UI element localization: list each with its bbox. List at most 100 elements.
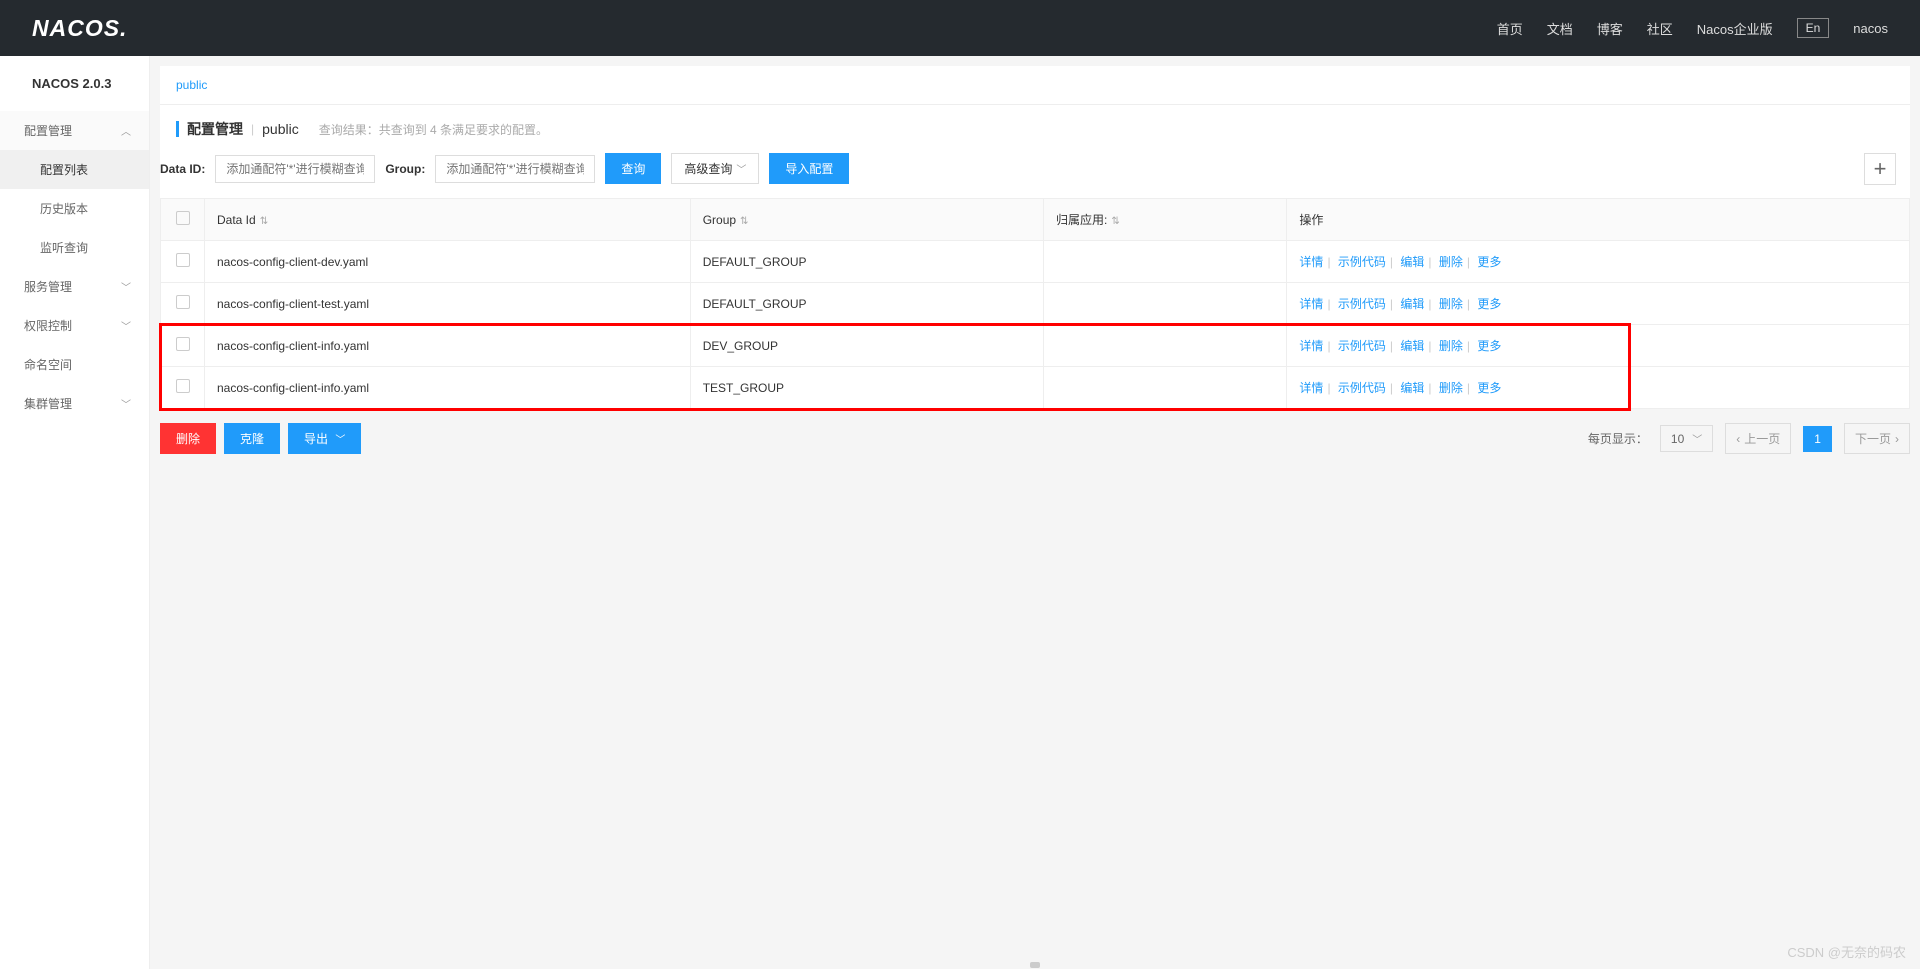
sort-icon: ⇅ [740, 216, 748, 227]
action-delete[interactable]: 删除 [1439, 339, 1463, 353]
pagination: 每页显示： 10 ﹀ ‹ 上一页 1 下一页 › [1588, 423, 1910, 454]
add-config-button[interactable]: + [1864, 153, 1896, 185]
sidebar-sub-listener[interactable]: 监听查询 [0, 228, 149, 267]
group-label: Group: [385, 162, 425, 176]
sort-icon: ⇅ [260, 216, 268, 227]
sidebar-item-service[interactable]: 服务管理 ﹀ [0, 267, 149, 306]
cell-data-id: nacos-config-client-info.yaml [205, 367, 691, 409]
page-title-bar: 配置管理 | public 查询结果：共查询到 4 条满足要求的配置。 [160, 105, 1910, 153]
nav-home[interactable]: 首页 [1497, 19, 1523, 38]
top-nav: 首页 文档 博客 社区 Nacos企业版 En nacos [1497, 18, 1888, 38]
chevron-down-icon: ﹀ [121, 318, 131, 333]
col-group[interactable]: Group⇅ [690, 199, 1043, 241]
sidebar-sub-config-list[interactable]: 配置列表 [0, 150, 149, 189]
action-edit[interactable]: 编辑 [1400, 297, 1424, 311]
bottom-bar: 删除 克隆 导出 ﹀ 每页显示： 10 ﹀ ‹ 上一页 1 [160, 409, 1910, 468]
export-button[interactable]: 导出 ﹀ [288, 423, 361, 454]
table-row: nacos-config-client-info.yaml TEST_GROUP… [161, 367, 1910, 409]
nav-community[interactable]: 社区 [1647, 19, 1673, 38]
watermark: CSDN @无奈的码农 [1787, 942, 1906, 961]
action-more[interactable]: 更多 [1477, 381, 1501, 395]
sidebar-item-namespace[interactable]: 命名空间 [0, 345, 149, 384]
group-input[interactable] [435, 155, 595, 183]
nav-docs[interactable]: 文档 [1547, 19, 1573, 38]
select-all-checkbox[interactable] [176, 211, 190, 225]
nav-enterprise[interactable]: Nacos企业版 [1697, 19, 1773, 38]
action-detail[interactable]: 详情 [1299, 381, 1323, 395]
cell-group: DEV_GROUP [690, 325, 1043, 367]
query-button[interactable]: 查询 [605, 153, 661, 184]
action-more[interactable]: 更多 [1477, 339, 1501, 353]
clone-button[interactable]: 克隆 [224, 423, 280, 454]
namespace-tab-public[interactable]: public [176, 78, 207, 92]
advanced-query-button[interactable]: 高级查询 ﹀ [671, 153, 759, 184]
sidebar-item-config[interactable]: 配置管理 ︿ [0, 111, 149, 150]
data-id-label: Data ID: [160, 162, 205, 176]
action-detail[interactable]: 详情 [1299, 339, 1323, 353]
cell-group: DEFAULT_GROUP [690, 283, 1043, 325]
import-button[interactable]: 导入配置 [769, 153, 849, 184]
action-delete[interactable]: 删除 [1439, 381, 1463, 395]
table-row: nacos-config-client-test.yaml DEFAULT_GR… [161, 283, 1910, 325]
action-delete[interactable]: 删除 [1439, 297, 1463, 311]
sidebar-item-label: 命名空间 [24, 356, 72, 373]
per-page-label: 每页显示： [1588, 430, 1648, 447]
cell-app [1044, 283, 1287, 325]
horizontal-scrollbar[interactable] [150, 959, 1910, 969]
nav-blog[interactable]: 博客 [1597, 19, 1623, 38]
page-number-current[interactable]: 1 [1803, 426, 1832, 452]
cell-group: TEST_GROUP [690, 367, 1043, 409]
language-toggle[interactable]: En [1797, 18, 1830, 38]
chevron-up-icon: ︿ [121, 123, 131, 138]
chevron-left-icon: ‹ [1736, 432, 1740, 446]
col-app[interactable]: 归属应用:⇅ [1044, 199, 1287, 241]
action-sample[interactable]: 示例代码 [1338, 339, 1386, 353]
cell-actions: 详情| 示例代码| 编辑| 删除| 更多 [1287, 367, 1910, 409]
action-detail[interactable]: 详情 [1299, 255, 1323, 269]
prev-page-button[interactable]: ‹ 上一页 [1725, 423, 1791, 454]
chevron-down-icon: ﹀ [335, 435, 345, 446]
cell-data-id: nacos-config-client-dev.yaml [205, 241, 691, 283]
sidebar: NACOS 2.0.3 配置管理 ︿ 配置列表 历史版本 监听查询 服务管理 ﹀… [0, 56, 150, 969]
table-row: nacos-config-client-dev.yaml DEFAULT_GRO… [161, 241, 1910, 283]
col-action: 操作 [1287, 199, 1910, 241]
table-row: nacos-config-client-info.yaml DEV_GROUP … [161, 325, 1910, 367]
action-edit[interactable]: 编辑 [1400, 381, 1424, 395]
title-border [176, 121, 179, 137]
sidebar-item-label: 配置管理 [24, 122, 72, 139]
chevron-down-icon: ﹀ [121, 279, 131, 294]
sidebar-title: NACOS 2.0.3 [0, 56, 149, 111]
sidebar-sub-history[interactable]: 历史版本 [0, 189, 149, 228]
page-title: 配置管理 [187, 119, 243, 139]
cell-app [1044, 367, 1287, 409]
sidebar-item-cluster[interactable]: 集群管理 ﹀ [0, 384, 149, 423]
logo: NACOS. [32, 15, 127, 42]
cell-group: DEFAULT_GROUP [690, 241, 1043, 283]
col-data-id[interactable]: Data Id⇅ [205, 199, 691, 241]
action-edit[interactable]: 编辑 [1400, 255, 1424, 269]
action-detail[interactable]: 详情 [1299, 297, 1323, 311]
action-sample[interactable]: 示例代码 [1338, 297, 1386, 311]
chevron-down-icon: ﹀ [1692, 431, 1702, 446]
search-bar: Data ID: Group: 查询 高级查询 ﹀ 导入配置 + [160, 153, 1910, 198]
action-delete[interactable]: 删除 [1439, 255, 1463, 269]
sidebar-item-auth[interactable]: 权限控制 ﹀ [0, 306, 149, 345]
row-checkbox[interactable] [176, 253, 190, 267]
main-content: public 配置管理 | public 查询结果：共查询到 4 条满足要求的配… [150, 56, 1920, 969]
per-page-select[interactable]: 10 ﹀ [1660, 425, 1713, 452]
sidebar-item-label: 集群管理 [24, 395, 72, 412]
delete-button[interactable]: 删除 [160, 423, 216, 454]
action-sample[interactable]: 示例代码 [1338, 381, 1386, 395]
user-name[interactable]: nacos [1853, 21, 1888, 36]
row-checkbox[interactable] [176, 379, 190, 393]
next-page-button[interactable]: 下一页 › [1844, 423, 1910, 454]
action-more[interactable]: 更多 [1477, 255, 1501, 269]
namespace-tabs: public [160, 66, 1910, 105]
row-checkbox[interactable] [176, 295, 190, 309]
action-more[interactable]: 更多 [1477, 297, 1501, 311]
cell-app [1044, 325, 1287, 367]
data-id-input[interactable] [215, 155, 375, 183]
action-edit[interactable]: 编辑 [1400, 339, 1424, 353]
row-checkbox[interactable] [176, 337, 190, 351]
action-sample[interactable]: 示例代码 [1338, 255, 1386, 269]
